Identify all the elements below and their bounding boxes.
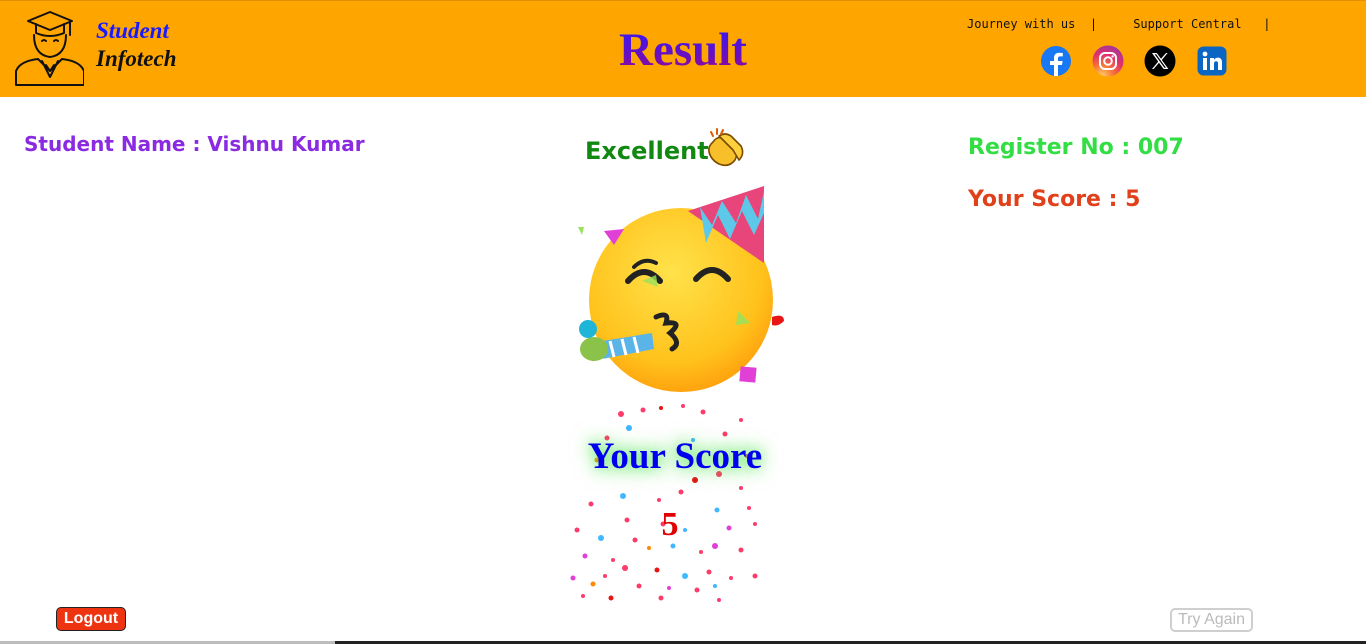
page-title-text: Result [619, 24, 747, 76]
try-again-button[interactable]: Try Again [1170, 608, 1253, 632]
x-twitter-icon[interactable] [1144, 45, 1176, 77]
score-heading: Your Score [587, 436, 763, 477]
site-header: Student Infotech Result Journey with us … [0, 0, 1366, 97]
linkedin-icon[interactable] [1196, 45, 1228, 77]
party-face-icon [578, 186, 784, 392]
student-name: Student Name : Vishnu Kumar [24, 132, 365, 156]
logout-button[interactable]: Logout [56, 607, 126, 631]
score-value: 5 [661, 506, 679, 543]
confetti-decoration [570, 404, 758, 602]
instagram-icon[interactable] [1092, 45, 1124, 77]
register-number: Register No : 007 [968, 135, 1184, 160]
link-separator: | [1089, 17, 1098, 31]
support-link[interactable]: Support Central [1133, 17, 1241, 31]
score-summary: Your Score : 5 [968, 187, 1141, 212]
journey-link[interactable]: Journey with us [967, 17, 1075, 31]
clapping-hands-icon [708, 128, 744, 167]
top-links: Journey with us | Support Central | [967, 17, 1270, 31]
link-separator: | [1263, 17, 1271, 31]
result-remark: Excellent [585, 137, 709, 165]
facebook-icon[interactable] [1040, 45, 1072, 77]
